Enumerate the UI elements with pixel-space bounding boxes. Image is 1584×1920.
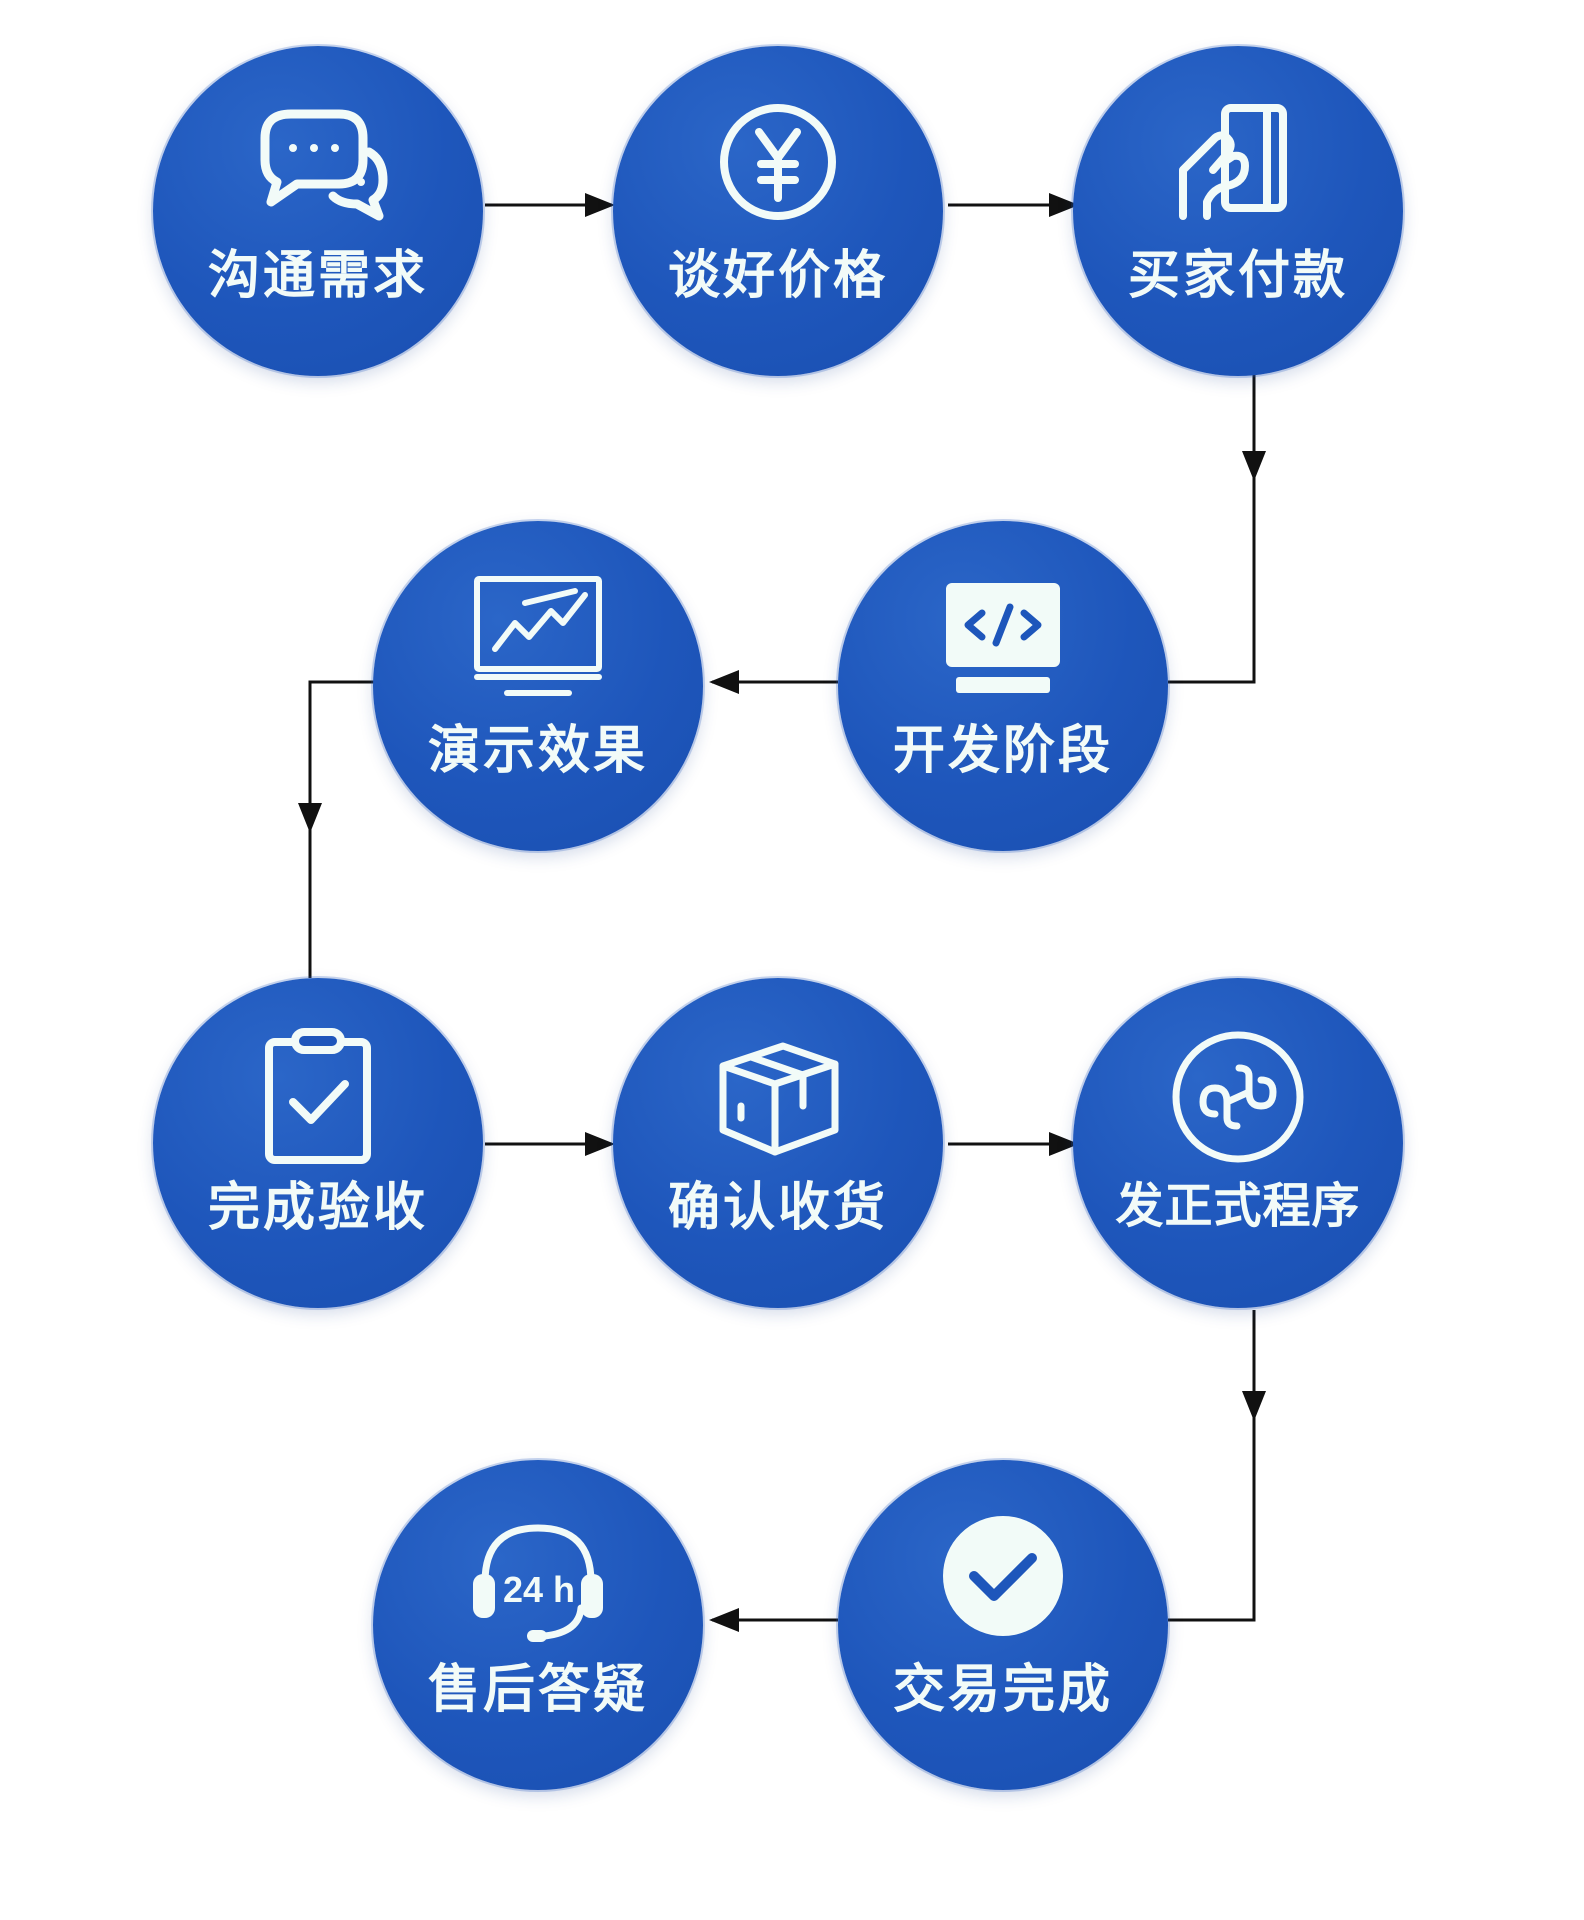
step-label: 确认收货 [667, 1178, 888, 1238]
step-acceptance: 完成验收 [153, 978, 483, 1308]
step-label: 发正式程序 [1115, 1178, 1361, 1234]
step-label: 开发阶段 [892, 721, 1113, 781]
chat-bubbles-icon [243, 90, 393, 240]
headset-badge-text: 24 h [503, 1569, 575, 1610]
connector-8-to-9 [1168, 1310, 1256, 1622]
step-label: 交易完成 [892, 1660, 1113, 1720]
code-monitor-icon [928, 565, 1078, 715]
step-demo-results: 演示效果 [373, 521, 703, 851]
yuan-coin-icon [703, 90, 853, 240]
step-label: 沟通需求 [207, 246, 428, 306]
step-after-sales-support: 24 h 售后答疑 [373, 1460, 703, 1790]
step-transaction-complete: 交易完成 [838, 1460, 1168, 1790]
step-label: 演示效果 [427, 721, 648, 781]
package-box-icon [703, 1022, 853, 1172]
step-label: 谈好价格 [667, 246, 888, 306]
step-development: 开发阶段 [838, 521, 1168, 851]
check-circle-icon [928, 1504, 1078, 1654]
mini-program-icon [1163, 1022, 1313, 1172]
step-label: 完成验收 [207, 1178, 428, 1238]
connector-5-to-6 [308, 680, 378, 978]
headset-24h-icon: 24 h [463, 1504, 613, 1654]
step-confirm-receipt: 确认收货 [613, 978, 943, 1308]
hand-card-payment-icon [1163, 90, 1313, 240]
step-label: 售后答疑 [427, 1660, 648, 1720]
trend-monitor-icon [463, 565, 613, 715]
step-buyer-payment: 买家付款 [1073, 46, 1403, 376]
step-label: 买家付款 [1127, 246, 1348, 306]
connector-3-to-4 [1168, 372, 1256, 684]
step-negotiate-price: 谈好价格 [613, 46, 943, 376]
step-release-official-program: 发正式程序 [1073, 978, 1403, 1308]
step-communicate-requirements: 沟通需求 [153, 46, 483, 376]
clipboard-check-icon [243, 1022, 393, 1172]
